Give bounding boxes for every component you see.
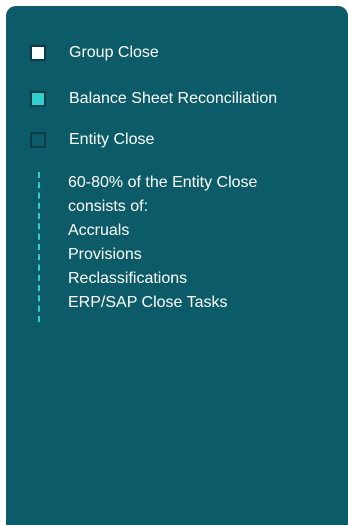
legend-item-entity-close[interactable]: Entity Close xyxy=(30,128,154,152)
detail-line: Provisions xyxy=(68,246,142,263)
detail-line: consists of: xyxy=(68,198,149,215)
detail-line: Reclassifications xyxy=(68,270,188,287)
legend-item-balance-sheet-reconciliation[interactable]: Balance Sheet Reconciliation xyxy=(30,87,277,111)
legend-label-entity-close: Entity Close xyxy=(69,131,155,148)
legend-label-group-close: Group Close xyxy=(69,44,159,61)
entity-close-detail-text: 60-80% of the Entity Close consists of: … xyxy=(68,171,328,315)
detail-line: Accruals xyxy=(68,222,130,239)
legend-item-group-close[interactable]: Group Close xyxy=(30,41,159,65)
detail-dashed-divider xyxy=(38,172,40,322)
balance-sheet-reconciliation-swatch-icon xyxy=(30,91,46,107)
group-close-swatch-icon xyxy=(30,45,46,61)
detail-line: ERP/SAP Close Tasks xyxy=(68,294,228,311)
entity-close-swatch-icon xyxy=(30,132,46,148)
detail-line: 60-80% of the Entity Close xyxy=(68,174,258,191)
legend-card: Group Close Balance Sheet Reconciliation… xyxy=(6,6,348,525)
legend-label-balance-sheet-reconciliation: Balance Sheet Reconciliation xyxy=(69,90,278,107)
